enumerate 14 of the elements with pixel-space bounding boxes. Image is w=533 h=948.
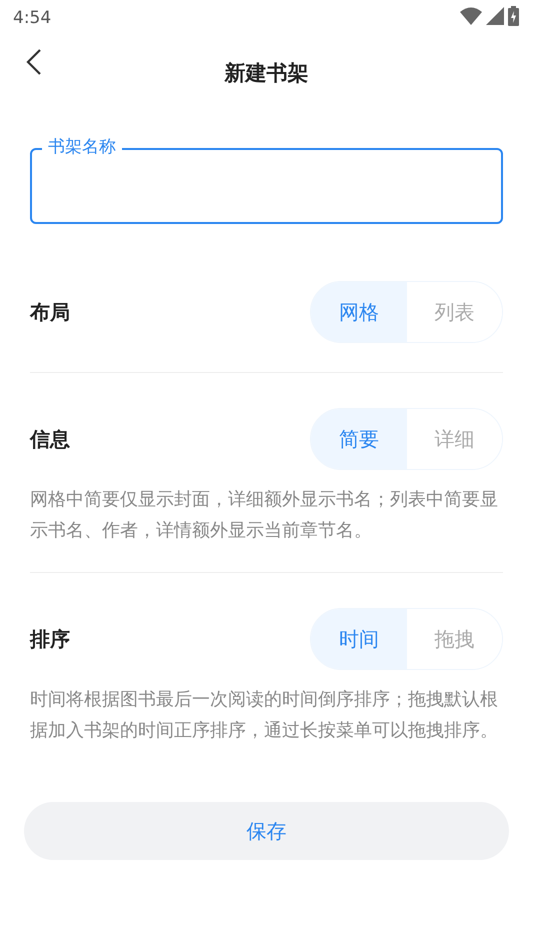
setting-label: 排序 — [30, 626, 70, 653]
save-button[interactable]: 保存 — [24, 802, 509, 860]
battery-icon — [508, 6, 519, 26]
status-time: 4:54 — [13, 7, 52, 30]
segment-option[interactable]: 简要 — [311, 409, 406, 469]
page-title: 新建书架 — [224, 60, 308, 88]
setting-description: 网格中简要仅显示封面，详细额外显示书名；列表中简要显示书名、作者，详情额外显示当前章节名。 — [30, 488, 499, 543]
setting-description: 时间将根据图书最后一次阅读的时间倒序排序；拖拽默认根据加入书架的时间正序排序，通过长按菜单可以拖拽排序。 — [30, 688, 499, 743]
setting-label: 布局 — [30, 299, 70, 326]
segment-option[interactable]: 时间 — [311, 609, 406, 669]
setting-label: 信息 — [30, 426, 70, 453]
wifi-icon — [460, 7, 482, 25]
signal-icon — [486, 7, 504, 25]
segment-option[interactable]: 网格 — [311, 282, 406, 342]
